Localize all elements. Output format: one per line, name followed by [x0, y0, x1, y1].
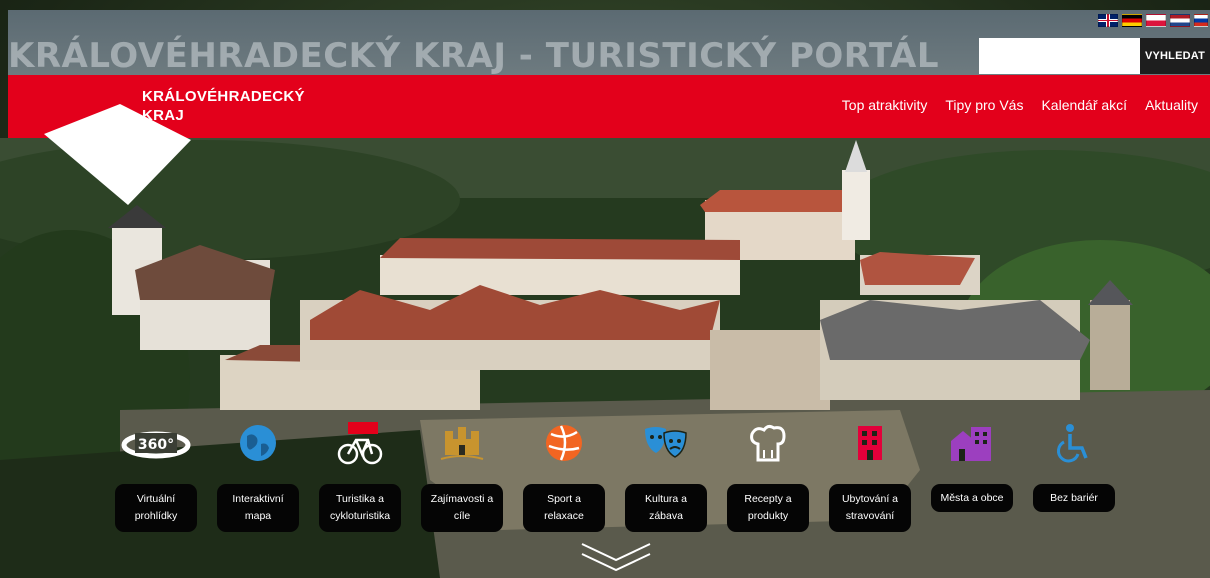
category-recipes[interactable]: Recepty a produkty — [722, 418, 814, 532]
city-icon — [951, 427, 991, 461]
category-attractions[interactable]: Zajímavosti a cíle — [416, 418, 508, 532]
nav-tips[interactable]: Tipy pro Vás — [945, 97, 1023, 113]
category-interactive-map[interactable]: Interaktivní mapa — [212, 418, 304, 532]
globe-icon — [240, 425, 276, 461]
category-label: Bez bariér — [1033, 484, 1115, 512]
de-flag-icon[interactable] — [1122, 14, 1142, 27]
category-accessible[interactable]: Bez bariér — [1028, 418, 1120, 512]
category-accommodation[interactable]: Ubytování a stravování — [824, 418, 916, 532]
brand-line-1: KRÁLOVÉHRADECKÝ — [142, 88, 305, 105]
masks-icon — [645, 427, 687, 458]
nl-flag-icon[interactable] — [1170, 14, 1190, 27]
category-culture[interactable]: Kultura a zábava — [620, 418, 712, 532]
category-towns[interactable]: Města a obce — [926, 418, 1018, 512]
nav-top-attractions[interactable]: Top atraktivity — [842, 97, 928, 113]
main-nav: Top atraktivity Tipy pro Vás Kalendář ak… — [842, 97, 1198, 113]
wheelchair-icon — [1056, 424, 1088, 463]
uk-flag-icon[interactable] — [1098, 14, 1118, 27]
chef-hat-icon — [750, 424, 786, 462]
nav-news[interactable]: Aktuality — [1145, 97, 1198, 113]
category-hiking-cycling[interactable]: Turistika a cykloturistika — [314, 418, 406, 532]
category-virtual-tours[interactable]: 360° Virtuální prohlídky — [110, 418, 202, 532]
category-sport-relax[interactable]: Sport a relaxace — [518, 418, 610, 532]
search-input[interactable] — [979, 38, 1140, 74]
chevron-down-icon[interactable] — [578, 540, 654, 574]
category-label: Zajímavosti a cíle — [421, 484, 503, 532]
site-title: KRÁLOVÉHRADECKÝ KRAJ - TURISTICKÝ PORTÁL — [8, 36, 939, 76]
bicycle-icon — [337, 422, 383, 465]
ball-icon — [546, 425, 582, 461]
category-label: Virtuální prohlídky — [115, 484, 197, 532]
category-label: Kultura a zábava — [625, 484, 707, 532]
search-button[interactable]: VYHLEDAT — [1140, 38, 1210, 74]
category-label: Sport a relaxace — [523, 484, 605, 532]
svg-text:360°: 360° — [138, 437, 174, 453]
category-label: Turistika a cykloturistika — [319, 484, 401, 532]
category-label: Města a obce — [931, 484, 1013, 512]
nav-events-calendar[interactable]: Kalendář akcí — [1041, 97, 1127, 113]
ru-flag-icon[interactable] — [1194, 14, 1208, 27]
pl-flag-icon[interactable] — [1146, 14, 1166, 27]
brand-name[interactable]: KRÁLOVÉHRADECKÝ KRAJ — [142, 87, 305, 125]
language-switcher — [1098, 14, 1208, 27]
360-icon: 360° — [121, 431, 191, 459]
category-label: Recepty a produkty — [727, 484, 809, 532]
category-label: Interaktivní mapa — [217, 484, 299, 532]
brand-line-2: KRAJ — [142, 107, 185, 124]
castle-icon — [440, 427, 484, 460]
category-label: Ubytování a stravování — [829, 484, 911, 532]
building-icon — [858, 426, 882, 460]
